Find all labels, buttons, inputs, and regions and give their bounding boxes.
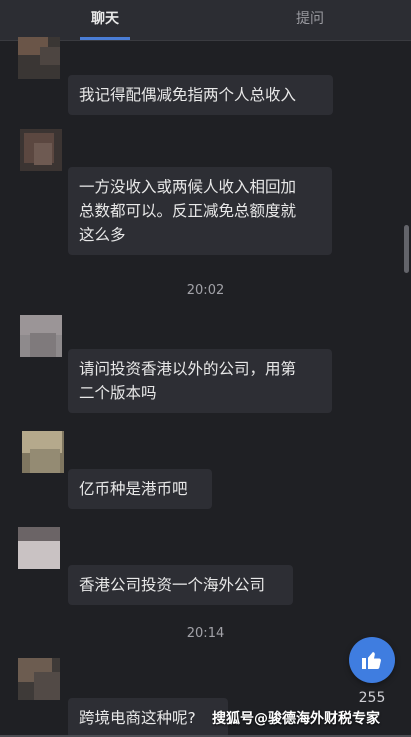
avatar[interactable] <box>20 129 62 171</box>
message-list[interactable]: 我记得配偶减免指两个人总收入 一方没收入或两候人收入相回加 总数都可以。反正减免… <box>0 37 411 737</box>
like-count: 255 <box>358 690 386 706</box>
message-bubble: 香港公司投资一个海外公司 <box>68 565 293 605</box>
tab-bar: 聊天 提问 <box>0 0 411 41</box>
tab-ask-label: 提问 <box>296 11 324 27</box>
timestamp: 20:02 <box>186 283 225 298</box>
active-tab-indicator <box>80 37 130 40</box>
avatar[interactable] <box>18 527 60 569</box>
message-bubble: 跨境电商这种呢? <box>68 698 228 737</box>
tab-ask[interactable]: 提问 <box>270 0 350 40</box>
scrollbar-thumb[interactable] <box>404 225 409 273</box>
avatar[interactable] <box>22 431 64 473</box>
message-bubble: 请问投资香港以外的公司，用第 二个版本吗 <box>68 349 332 413</box>
chat-window: 聊天 提问 我记得配偶减免指两个人总收入 一方没收入或两候人收入相回加 总数都可… <box>0 0 411 737</box>
avatar[interactable] <box>18 37 60 79</box>
watermark: 搜狐号@骏德海外财税专家 <box>212 711 380 727</box>
avatar[interactable] <box>18 658 60 700</box>
message-bubble: 一方没收入或两候人收入相回加 总数都可以。反正减免总额度就 这么多 <box>68 167 332 255</box>
message-bubble: 亿币种是港币吧 <box>68 469 212 509</box>
timestamp: 20:14 <box>186 626 225 641</box>
thumbs-up-icon <box>362 652 381 669</box>
message-bubble: 我记得配偶减免指两个人总收入 <box>68 75 333 115</box>
avatar[interactable] <box>20 315 62 357</box>
like-button[interactable] <box>349 637 395 683</box>
tab-chat[interactable]: 聊天 <box>65 0 145 40</box>
tab-chat-label: 聊天 <box>91 11 119 27</box>
